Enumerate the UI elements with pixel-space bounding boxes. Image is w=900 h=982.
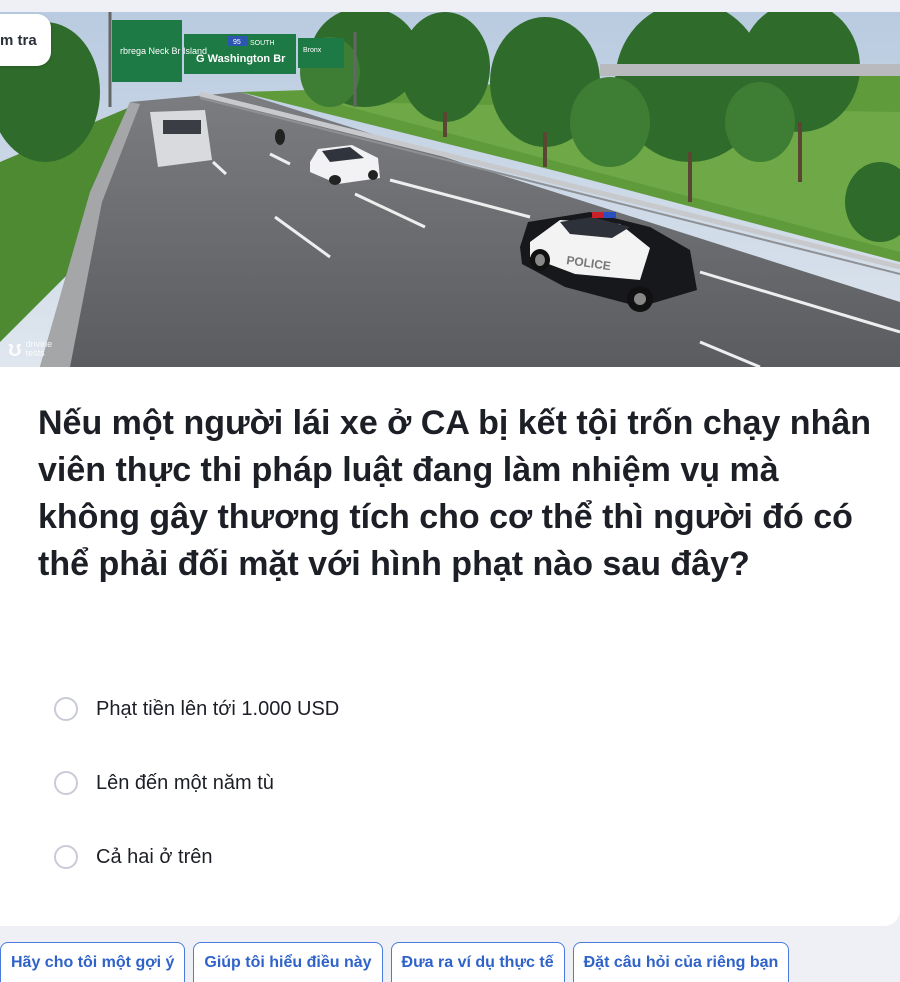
explain-button[interactable]: Giúp tôi hiểu điều này (193, 942, 383, 982)
question-text: Nếu một người lái xe ở CA bị kết tội trố… (38, 404, 872, 583)
answer-option-label: Phạt tiền lên tới 1.000 USD (96, 697, 340, 720)
answer-option-label: Lên đến một năm tù (96, 771, 274, 794)
answer-options: Phạt tiền lên tới 1.000 USD Lên đến một … (54, 694, 754, 916)
highway-scene-image: rbrega Neck Br Island 95 SOUTH G Washing… (0, 12, 900, 367)
sign-left-text: rbrega Neck Br Island (120, 46, 207, 56)
question-illustration: rbrega Neck Br Island 95 SOUTH G Washing… (0, 12, 900, 367)
question-card: rbrega Neck Br Island 95 SOUTH G Washing… (0, 12, 900, 926)
sign-direction-text: SOUTH (250, 40, 275, 47)
ask-own-question-button[interactable]: Đặt câu hỏi của riêng bạn (572, 942, 790, 982)
radio-button[interactable] (54, 845, 78, 869)
sign-right-text: Bronx (303, 47, 322, 54)
sign-route-text: 95 (233, 39, 241, 46)
drivine-logo-icon: ʊ (8, 336, 22, 361)
example-button[interactable]: Đưa ra ví dụ thực tế (390, 942, 565, 982)
ai-suggestion-bar: Hãy cho tôi một gợi ý Giúp tôi hiểu điều… (0, 942, 790, 982)
answer-option-2[interactable]: Lên đến một năm tù (54, 768, 754, 798)
answer-option-1[interactable]: Phạt tiền lên tới 1.000 USD (54, 694, 754, 724)
watermark-text: drivine tests (25, 339, 53, 358)
radio-button[interactable] (54, 697, 78, 721)
radio-button[interactable] (54, 771, 78, 795)
sign-middle-text: G Washington Br (196, 53, 286, 65)
mode-tab[interactable]: m tra (0, 14, 51, 66)
answer-option-label: Cả hai ở trên (96, 845, 213, 868)
hint-button[interactable]: Hãy cho tôi một gợi ý (0, 942, 186, 982)
drivine-watermark: ʊ drivine tests (8, 338, 62, 360)
answer-option-3[interactable]: Cả hai ở trên (54, 842, 754, 872)
mode-tab-label: m tra (0, 31, 37, 49)
